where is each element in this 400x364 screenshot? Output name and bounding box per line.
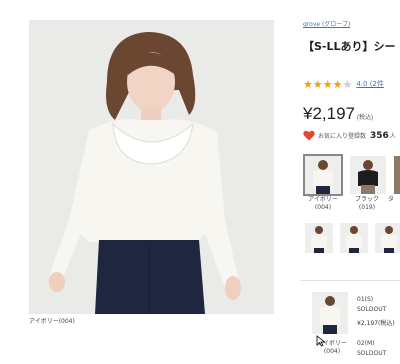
size-price: ¥2,197(税込) xyxy=(357,320,395,327)
color-label-black: ブラック (019) xyxy=(354,196,379,211)
tax-label: (税込) xyxy=(357,115,373,121)
rating[interactable]: ★ ★ ★ ★ ★ 4.0 (2件 xyxy=(303,78,384,90)
color-label-more: タ xyxy=(388,196,395,203)
gallery-thumb[interactable] xyxy=(375,223,400,253)
thumb-photo xyxy=(305,223,333,253)
price-value: ¥2,197 xyxy=(303,104,355,123)
color-swatch-more[interactable] xyxy=(394,156,400,194)
gallery-thumb[interactable] xyxy=(305,223,333,253)
swatch-photo xyxy=(350,156,386,194)
gallery-thumb[interactable] xyxy=(340,223,368,253)
thumb-photo xyxy=(375,223,400,253)
stock-status: SOLDOUT xyxy=(357,350,387,357)
swatch-photo xyxy=(305,156,341,194)
favorite-row[interactable]: お気に入り登録数 356 人 xyxy=(303,130,396,141)
star-icon: ★ xyxy=(322,77,333,91)
star-icon: ★ xyxy=(312,77,323,91)
heart-icon[interactable] xyxy=(303,130,315,141)
mouse-cursor-icon xyxy=(316,335,326,347)
color-swatch-ivory[interactable] xyxy=(303,154,343,196)
favorite-unit: 人 xyxy=(389,133,396,140)
thumb-photo xyxy=(340,223,368,253)
main-image-caption: アイボリー(004) xyxy=(29,318,75,325)
color-label-ivory: アイボリー (004) xyxy=(308,196,338,211)
stock-status: SOLDOUT xyxy=(357,306,387,313)
size-label: 02(M) xyxy=(357,340,375,347)
main-product-image[interactable] xyxy=(29,20,274,314)
brand-link[interactable]: grove (グローブ) xyxy=(303,19,350,28)
price: ¥2,197 (税込) xyxy=(303,104,373,124)
swatch-photo xyxy=(394,156,400,194)
model-photo xyxy=(29,20,274,314)
star-icon: ★ xyxy=(332,77,343,91)
thumb-photo xyxy=(312,292,348,334)
section-divider xyxy=(300,280,400,281)
favorite-label: お気に入り登録数 xyxy=(318,133,367,140)
color-swatch-black[interactable] xyxy=(350,156,386,194)
size-color-thumb xyxy=(312,292,348,334)
favorite-count: 356 xyxy=(370,130,389,141)
product-title: 【S-LLあり】シー xyxy=(303,40,396,53)
rating-link[interactable]: 4.0 (2件 xyxy=(356,79,384,89)
star-empty-icon: ★ xyxy=(342,77,353,91)
size-label: 01(S) xyxy=(357,296,374,303)
star-icon: ★ xyxy=(303,77,313,91)
